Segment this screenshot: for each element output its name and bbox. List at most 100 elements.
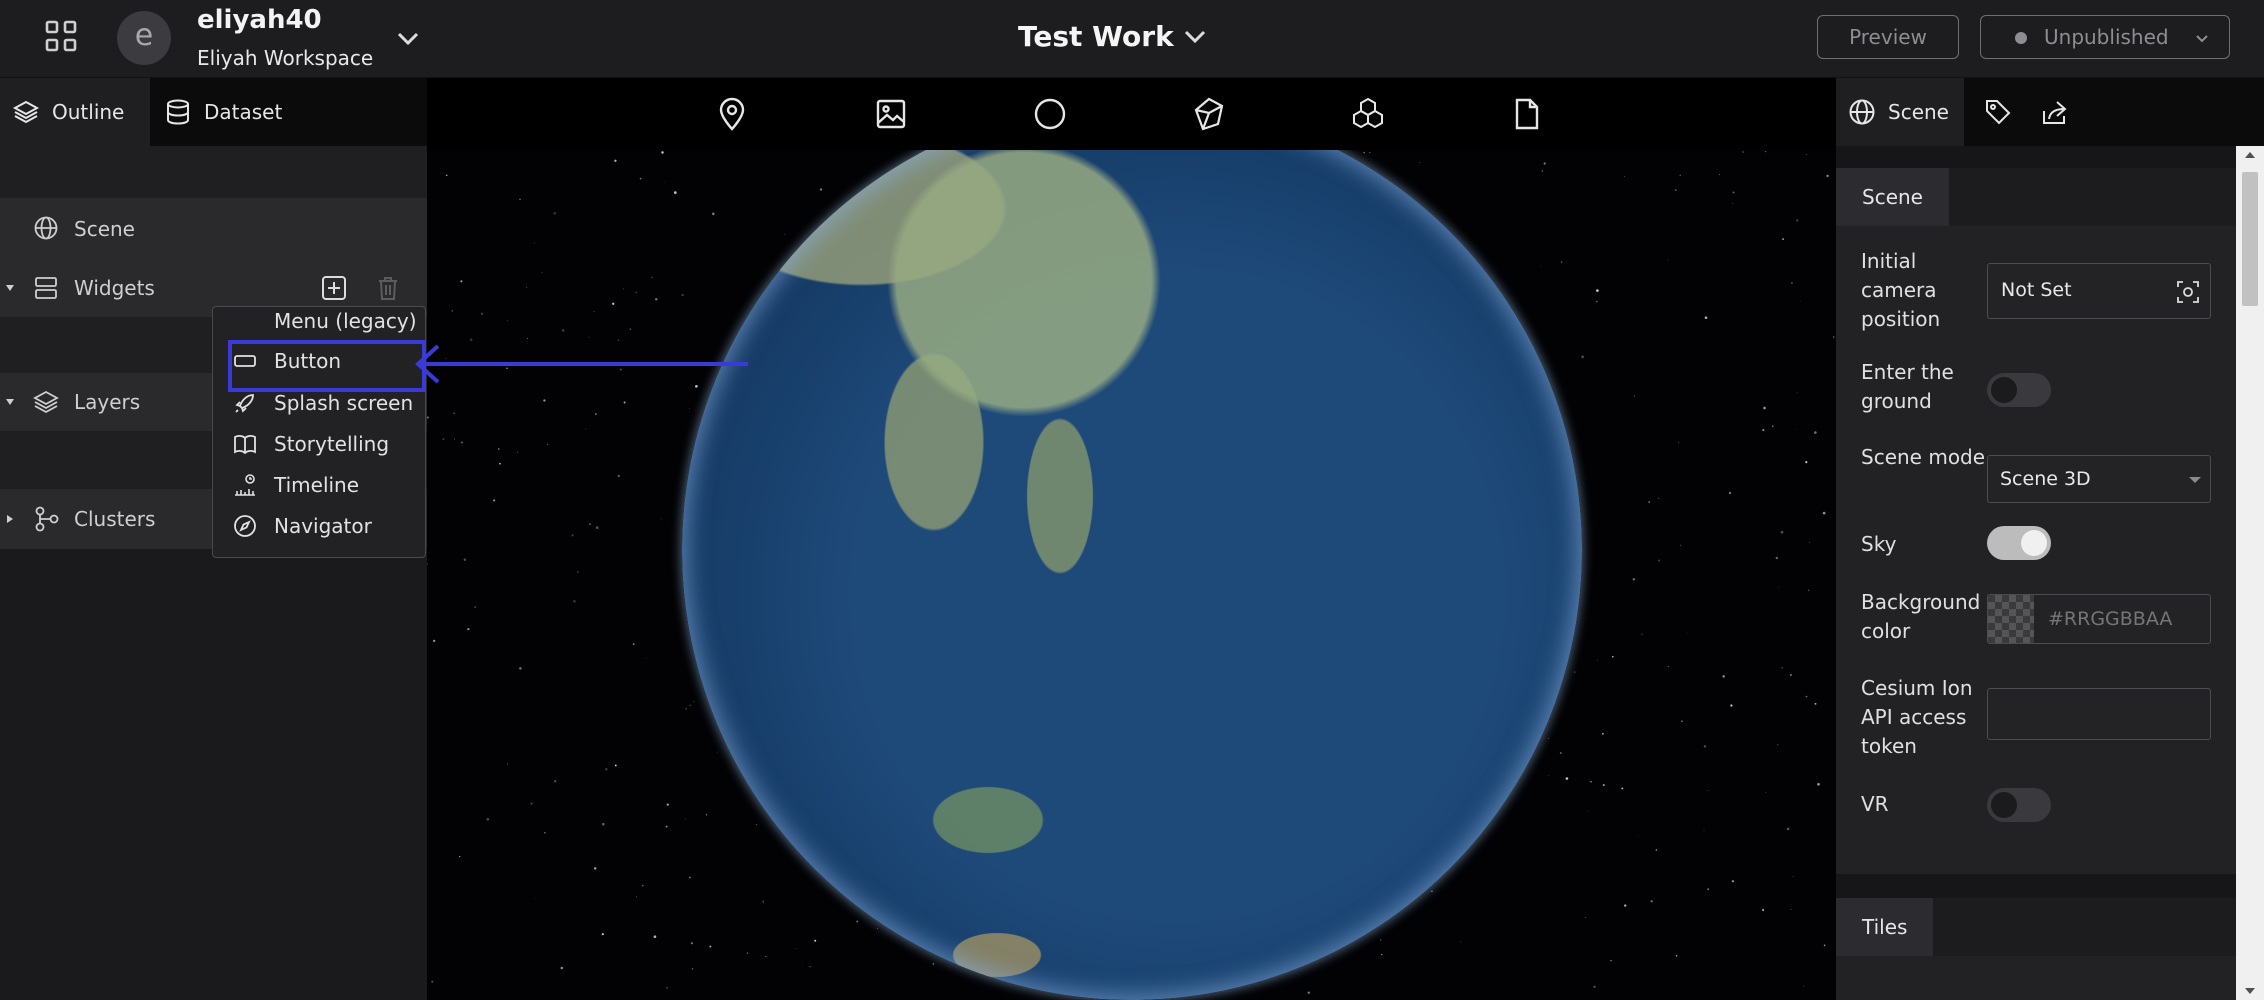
- background-color-input[interactable]: [2034, 595, 2210, 643]
- cubes-icon[interactable]: [1350, 96, 1386, 132]
- menu-item-label: Navigator: [274, 514, 372, 538]
- star: [1419, 161, 1421, 163]
- panel-scrollbar[interactable]: [2236, 146, 2264, 1000]
- scrollbar-thumb[interactable]: [2242, 172, 2258, 306]
- star: [1796, 429, 1798, 430]
- tab-outline-label: Outline: [52, 100, 125, 124]
- star: [1363, 151, 1366, 154]
- star: [784, 233, 786, 235]
- preview-button[interactable]: Preview: [1817, 15, 1959, 59]
- star: [445, 174, 448, 177]
- star: [519, 667, 522, 670]
- enter-ground-toggle[interactable]: [1987, 373, 2051, 407]
- star: [642, 884, 644, 887]
- star: [1686, 632, 1688, 634]
- star: [673, 191, 677, 194]
- book-icon: [233, 432, 257, 456]
- publish-status-button[interactable]: Unpublished: [1980, 15, 2230, 59]
- scroll-down-icon[interactable]: [2244, 986, 2256, 996]
- menu-item-navigator[interactable]: Navigator: [213, 506, 425, 546]
- menu-item-menu-legacy[interactable]: Menu (legacy): [213, 307, 425, 341]
- star: [516, 451, 518, 453]
- globe-icon: [1848, 98, 1876, 126]
- sky-toggle[interactable]: [1987, 526, 2051, 560]
- workspace-name: Eliyah Workspace: [197, 46, 374, 70]
- map-viewport[interactable]: [427, 150, 1836, 1000]
- menu-item-timeline[interactable]: Timeline: [213, 465, 425, 505]
- star: [1782, 238, 1784, 240]
- tab-tags[interactable]: [1984, 78, 2024, 146]
- background-color-field[interactable]: [1987, 594, 2211, 644]
- star: [453, 412, 456, 415]
- star: [693, 700, 695, 702]
- star: [1548, 774, 1549, 776]
- star: [689, 876, 691, 879]
- star: [1718, 173, 1721, 176]
- star: [526, 338, 528, 339]
- caret-right-icon[interactable]: [5, 514, 15, 524]
- tool-bar: [427, 78, 1836, 150]
- tab-scene[interactable]: Scene: [1836, 78, 1964, 146]
- star: [709, 945, 712, 948]
- initial-camera-value: Not Set: [2001, 279, 2072, 301]
- scene-mode-select[interactable]: Scene 3D: [1987, 455, 2211, 503]
- star: [755, 824, 757, 826]
- tab-publish[interactable]: [2040, 78, 2080, 146]
- star: [571, 534, 574, 537]
- star: [689, 704, 691, 706]
- chevron-down-icon[interactable]: [1181, 22, 1209, 50]
- avatar[interactable]: e: [117, 11, 171, 65]
- star: [1658, 559, 1661, 562]
- add-widget-icon[interactable]: [321, 275, 347, 301]
- tab-dataset[interactable]: Dataset: [164, 78, 314, 146]
- star: [1597, 660, 1598, 662]
- star: [1573, 671, 1576, 673]
- caret-down-icon[interactable]: [5, 397, 15, 407]
- star: [1381, 953, 1383, 956]
- file-icon[interactable]: [1509, 96, 1545, 132]
- tree-item-scene[interactable]: Scene: [0, 198, 427, 259]
- star: [1623, 176, 1625, 177]
- star: [1832, 336, 1835, 338]
- app-grid-icon[interactable]: [44, 19, 78, 53]
- star: [589, 523, 591, 525]
- circle-icon[interactable]: [1032, 96, 1068, 132]
- enter-ground-label: Enter the ground: [1861, 360, 1954, 413]
- star: [712, 212, 715, 216]
- star: [1807, 589, 1810, 591]
- star: [876, 927, 879, 929]
- star: [612, 302, 615, 305]
- chevron-down-icon[interactable]: [394, 24, 422, 52]
- star: [1790, 281, 1793, 284]
- cesium-token-input[interactable]: [1987, 688, 2211, 740]
- scroll-up-icon[interactable]: [2244, 150, 2256, 160]
- vr-toggle[interactable]: [1987, 788, 2051, 822]
- outline-panel: Scene Widgets Layers Clusters: [0, 146, 427, 1000]
- capture-camera-icon[interactable]: [2176, 280, 2200, 304]
- box-icon[interactable]: [1191, 96, 1227, 132]
- star: [1722, 675, 1725, 678]
- star: [819, 188, 823, 191]
- image-icon[interactable]: [873, 96, 909, 132]
- color-swatch[interactable]: [1988, 595, 2034, 643]
- star: [431, 980, 434, 983]
- star: [1781, 667, 1783, 669]
- star: [666, 987, 668, 989]
- star: [562, 329, 565, 332]
- star: [585, 428, 587, 430]
- caret-down-icon[interactable]: [5, 283, 15, 293]
- section-title[interactable]: Scene: [1836, 168, 1949, 226]
- tab-outline[interactable]: Outline: [0, 78, 150, 146]
- star: [1731, 880, 1735, 883]
- menu-item-storytelling[interactable]: Storytelling: [213, 424, 425, 464]
- initial-camera-field[interactable]: Not Set: [1987, 263, 2211, 319]
- star: [802, 962, 804, 964]
- star: [1814, 431, 1817, 434]
- star: [427, 416, 429, 419]
- map-pin-icon[interactable]: [714, 96, 750, 132]
- star: [1540, 265, 1542, 267]
- publish-status-label: Unpublished: [2044, 25, 2169, 49]
- section-title[interactable]: Tiles: [1836, 898, 1934, 956]
- trash-icon[interactable]: [376, 275, 400, 301]
- star: [460, 441, 463, 444]
